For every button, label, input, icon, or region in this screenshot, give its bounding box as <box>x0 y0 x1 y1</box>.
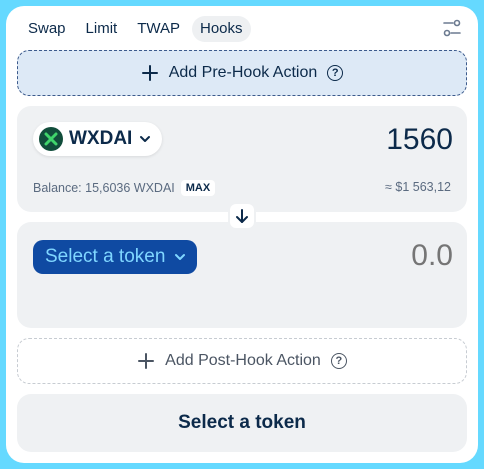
max-button[interactable]: MAX <box>180 180 216 196</box>
sell-amount-input[interactable] <box>233 120 453 160</box>
select-token-cta-button[interactable]: Select a token <box>17 394 467 452</box>
sell-token-panel: WXDAI Balance: 15,6036 WXDAI MAX ≈ $1 56… <box>17 106 467 212</box>
question-circle-icon[interactable]: ? <box>327 65 344 81</box>
post-hook-label: Add Post-Hook Action <box>165 352 321 369</box>
sell-balance-row: Balance: 15,6036 WXDAI MAX <box>33 180 216 196</box>
wxdai-logo-icon <box>39 127 63 151</box>
sliders-icon <box>443 19 461 37</box>
plus-icon <box>141 63 159 83</box>
buy-token-selector[interactable]: Select a token <box>33 240 198 274</box>
select-token-label: Select a token <box>45 246 166 267</box>
pre-hook-label: Add Pre-Hook Action <box>168 64 318 81</box>
sell-token-symbol: WXDAI <box>69 128 133 149</box>
tab-hooks[interactable]: Hooks <box>191 16 251 42</box>
switch-tokens-button[interactable] <box>228 202 256 230</box>
buy-token-panel: Select a token <box>17 222 467 328</box>
question-circle-icon[interactable]: ? <box>330 353 347 369</box>
arrow-down-icon <box>236 209 248 223</box>
sell-balance: Balance: 15,6036 WXDAI <box>33 181 175 195</box>
chevron-down-icon <box>140 136 151 142</box>
tab-limit[interactable]: Limit <box>78 16 126 42</box>
sell-token-selector[interactable]: WXDAI <box>33 122 163 156</box>
plus-icon <box>137 351 155 371</box>
swap-widget-card: Swap Limit TWAP Hooks Add Pre-Hook Actio… <box>6 6 478 463</box>
tab-swap[interactable]: Swap <box>20 16 74 42</box>
tab-twap[interactable]: TWAP <box>129 16 188 42</box>
cta-label: Select a token <box>178 412 306 433</box>
sell-fiat-value: ≈ $1 563,12 <box>385 180 451 194</box>
chevron-down-icon <box>175 254 186 260</box>
add-post-hook-button[interactable]: Add Post-Hook Action ? <box>17 338 467 384</box>
trade-type-tabs: Swap Limit TWAP Hooks <box>20 16 251 42</box>
add-pre-hook-button[interactable]: Add Pre-Hook Action ? <box>17 50 467 96</box>
settings-button[interactable] <box>440 16 464 40</box>
buy-amount-input[interactable] <box>233 236 453 276</box>
